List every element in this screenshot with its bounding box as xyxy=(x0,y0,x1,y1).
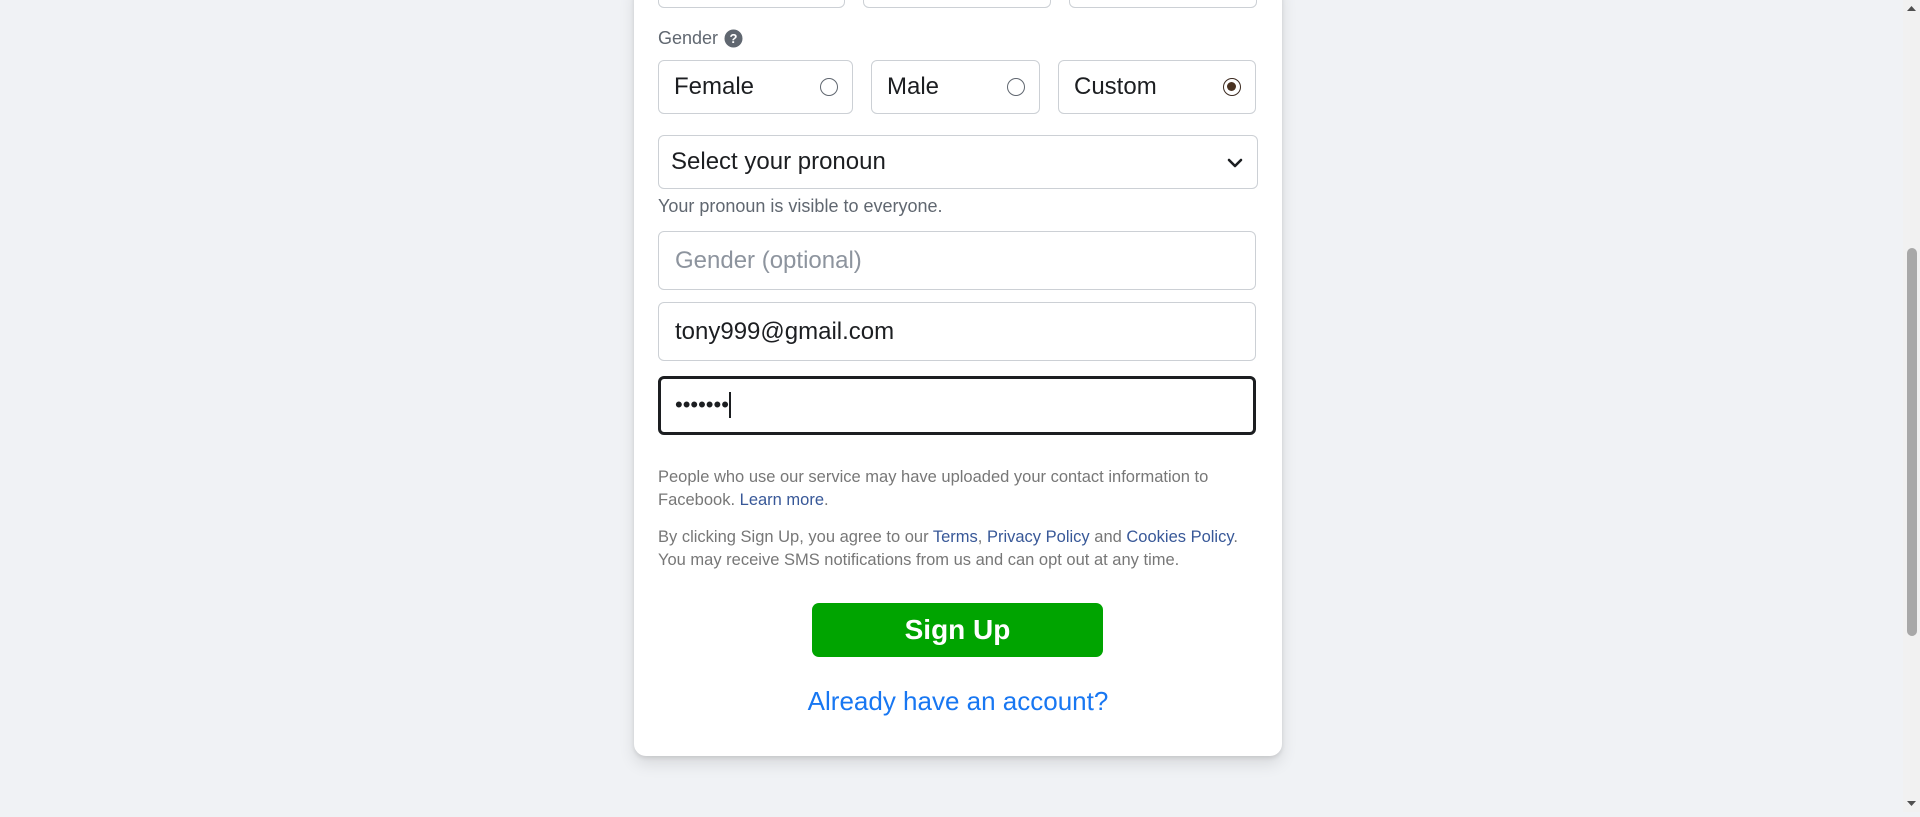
gender-option-female[interactable]: Female xyxy=(658,60,853,114)
terms-and: and xyxy=(1094,528,1122,546)
triangle-down-icon[interactable] xyxy=(1903,795,1920,812)
pronoun-select[interactable]: Select your pronoun xyxy=(658,135,1258,189)
terms-notice: By clicking Sign Up, you agree to our Te… xyxy=(658,526,1258,572)
question-circle-icon[interactable]: ? xyxy=(724,29,743,48)
already-have-account-link[interactable]: Already have an account? xyxy=(808,686,1109,717)
contact-notice: People who use our service may have uplo… xyxy=(658,466,1258,512)
text-cursor xyxy=(729,392,731,418)
radio-male[interactable] xyxy=(1007,78,1025,96)
gender-optional-input[interactable] xyxy=(658,231,1256,290)
password-field-wrapper: ••••••• xyxy=(658,376,1256,435)
scrollbar-thumb[interactable] xyxy=(1907,248,1917,636)
email-field[interactable] xyxy=(658,302,1256,361)
pronoun-select-value: Select your pronoun xyxy=(671,148,886,175)
radio-female[interactable] xyxy=(820,78,838,96)
cookies-policy-link[interactable]: Cookies Policy xyxy=(1126,528,1233,546)
pronoun-helper-text: Your pronoun is visible to everyone. xyxy=(658,196,943,216)
vertical-scrollbar[interactable] xyxy=(1903,0,1920,812)
gender-label-text: Gender xyxy=(658,28,719,48)
radio-custom[interactable] xyxy=(1223,78,1241,96)
password-field[interactable] xyxy=(658,376,1256,435)
terms-prefix: By clicking Sign Up, you agree to our xyxy=(658,528,929,546)
svg-text:?: ? xyxy=(730,31,738,46)
gender-option-custom[interactable]: Custom xyxy=(1058,60,1256,114)
privacy-policy-link[interactable]: Privacy Policy xyxy=(987,528,1090,546)
sign-up-button[interactable]: Sign Up xyxy=(812,603,1103,657)
chevron-down-icon xyxy=(1225,152,1245,172)
birthday-day-select[interactable] xyxy=(863,0,1051,8)
terms-link[interactable]: Terms xyxy=(933,528,978,546)
birthday-month-select[interactable] xyxy=(658,0,845,8)
gender-option-label: Custom xyxy=(1074,73,1157,100)
already-have-account-wrapper: Already have an account? xyxy=(634,686,1282,717)
gender-option-male[interactable]: Male xyxy=(871,60,1040,114)
triangle-up-icon[interactable] xyxy=(1903,0,1920,17)
contact-notice-end: . xyxy=(824,491,829,509)
gender-option-label: Female xyxy=(674,73,755,100)
learn-more-link[interactable]: Learn more xyxy=(740,491,824,509)
terms-comma: , xyxy=(977,528,983,546)
gender-label: Gender ? xyxy=(658,28,743,49)
birthday-year-select[interactable] xyxy=(1069,0,1257,8)
gender-option-label: Male xyxy=(887,73,940,100)
